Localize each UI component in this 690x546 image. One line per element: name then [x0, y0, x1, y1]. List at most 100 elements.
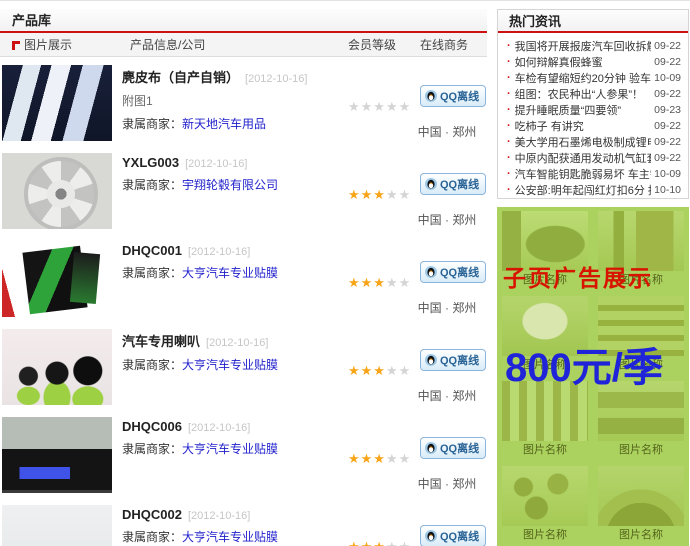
- news-item[interactable]: · 吃柿子 有讲究 09-22: [507, 118, 681, 134]
- merchant-link[interactable]: 大亨汽车专业贴膜: [182, 266, 278, 280]
- bullet-icon: ·: [507, 184, 511, 196]
- news-item[interactable]: · 提升睡眠质量“四要领” 09-23: [507, 102, 681, 118]
- news-item[interactable]: · 公安部:明年起闯红灯扣6分 挡 10-10: [507, 182, 681, 198]
- qq-penguin-icon: [425, 178, 437, 190]
- news-item-text: 如何辩解真假蜂蜜: [515, 54, 651, 70]
- product-title[interactable]: 汽车专用喇叭[2012-10-16]: [122, 331, 342, 350]
- location-text: 中国 · 郑州: [408, 387, 486, 404]
- qq-penguin-icon: [425, 266, 437, 278]
- ad-thumbnail-caption: 图片名称: [598, 526, 684, 545]
- column-header-image: 图片展示: [12, 33, 72, 57]
- qq-online-button[interactable]: QQ离线: [420, 349, 486, 371]
- member-level-stars: ★★★★★: [348, 539, 411, 546]
- product-row: YXLG003[2012-10-16] 隶属商家：宇翔轮毂有限公司 ★★★★★ …: [0, 145, 487, 233]
- merchant-link[interactable]: 大亨汽车专业贴膜: [182, 442, 278, 456]
- news-item-text: 我国将开展报废汽车回收拆解: [515, 38, 651, 54]
- panel-title: 产品库: [0, 9, 487, 33]
- product-photo[interactable]: [2, 241, 112, 317]
- merchant-line: 隶属商家：大亨汽车专业贴膜: [122, 356, 342, 373]
- product-title[interactable]: DHQC002[2012-10-16]: [122, 507, 342, 522]
- news-item-date: 09-23: [654, 104, 681, 116]
- location-text: 中国 · 郑州: [408, 123, 486, 140]
- product-info: DHQC001[2012-10-16] 隶属商家：大亨汽车专业贴膜: [122, 243, 342, 281]
- product-date: [2012-10-16]: [188, 246, 250, 258]
- bullet-icon: ·: [507, 168, 511, 180]
- qq-online-button[interactable]: QQ离线: [420, 261, 486, 283]
- product-photo[interactable]: [2, 505, 112, 546]
- member-level-stars: ★★★★★: [348, 275, 411, 291]
- column-header-level: 会员等级: [348, 33, 396, 57]
- product-rows: 麂皮布（自产自销）[2012-10-16] 附图1 隶属商家：新天地汽车用品 ★…: [0, 57, 487, 546]
- news-item-text: 公安部:明年起闯红灯扣6分 挡: [515, 182, 651, 198]
- product-date: [2012-10-16]: [206, 337, 268, 349]
- qq-online-button[interactable]: QQ离线: [420, 525, 486, 546]
- member-level-stars: ★★★★★: [348, 363, 411, 379]
- product-photo[interactable]: [2, 417, 112, 493]
- news-item[interactable]: · 如何辩解真假蜂蜜 09-22: [507, 54, 681, 70]
- product-photo[interactable]: [2, 153, 112, 229]
- news-item[interactable]: · 我国将开展报废汽车回收拆解 09-22: [507, 38, 681, 54]
- news-list: · 我国将开展报废汽车回收拆解 09-22 · 如何辩解真假蜂蜜 09-22 ·…: [498, 33, 688, 198]
- ad-thumbnail-caption: 图片名称: [502, 441, 588, 460]
- product-row: DHQC001[2012-10-16] 隶属商家：大亨汽车专业贴膜 ★★★★★ …: [0, 233, 487, 321]
- qq-online-button[interactable]: QQ离线: [420, 437, 486, 459]
- qq-penguin-icon: [425, 442, 437, 454]
- product-title[interactable]: DHQC006[2012-10-16]: [122, 419, 342, 434]
- news-item[interactable]: · 车检有望缩短约20分钟 验车将 10-09: [507, 70, 681, 86]
- news-item-text: 汽车智能钥匙脆弱易坏 车主需: [515, 166, 651, 182]
- product-title[interactable]: 麂皮布（自产自销）[2012-10-16]: [122, 67, 342, 86]
- news-item-date: 09-22: [654, 40, 681, 52]
- news-item-date: 09-22: [654, 152, 681, 164]
- news-item-date: 09-22: [654, 88, 681, 100]
- qq-online-button[interactable]: QQ离线: [420, 85, 486, 107]
- product-date: [2012-10-16]: [245, 73, 307, 85]
- product-title[interactable]: DHQC001[2012-10-16]: [122, 243, 342, 258]
- news-item[interactable]: · 汽车智能钥匙脆弱易坏 车主需 10-09: [507, 166, 681, 182]
- product-info: 麂皮布（自产自销）[2012-10-16] 附图1 隶属商家：新天地汽车用品: [122, 67, 342, 132]
- bullet-icon: ·: [507, 120, 511, 132]
- product-attachment-link[interactable]: 附图1: [122, 92, 342, 109]
- red-corner-icon: [12, 41, 20, 50]
- news-item[interactable]: · 中原内配获通用发动机气缸套 09-22: [507, 150, 681, 166]
- bullet-icon: ·: [507, 72, 511, 84]
- column-header-online: 在线商务: [420, 33, 468, 57]
- product-photo[interactable]: [2, 65, 112, 141]
- qq-penguin-icon: [425, 90, 437, 102]
- merchant-line: 隶属商家：宇翔轮毂有限公司: [122, 176, 342, 193]
- bullet-icon: ·: [507, 88, 511, 100]
- merchant-link[interactable]: 新天地汽车用品: [182, 117, 266, 131]
- member-level-stars: ★★★★★: [348, 451, 411, 467]
- ad-grid-cell: 图片名称: [497, 462, 593, 546]
- qq-penguin-icon: [425, 354, 437, 366]
- bullet-icon: ·: [507, 104, 511, 116]
- news-item[interactable]: · 美大学用石墨烯电极制成锂电 09-22: [507, 134, 681, 150]
- hot-news-box: 热门资讯 · 我国将开展报废汽车回收拆解 09-22 · 如何辩解真假蜂蜜 09…: [497, 9, 689, 199]
- member-level-stars: ★★★★★: [348, 187, 411, 203]
- product-photo[interactable]: [2, 329, 112, 405]
- location-text: 中国 · 郑州: [408, 211, 486, 228]
- merchant-link[interactable]: 大亨汽车专业贴膜: [182, 358, 278, 372]
- merchant-line: 隶属商家：大亨汽车专业贴膜: [122, 264, 342, 281]
- merchant-link[interactable]: 大亨汽车专业贴膜: [182, 530, 278, 544]
- page: 产品库 图片展示 产品信息/公司 会员等级 在线商务 麂皮布（自产自销）[201…: [0, 0, 690, 546]
- ad-banner[interactable]: 图片名称 图片名称 图片名称 图片名称 图片名称 图片名称: [497, 207, 689, 546]
- bullet-icon: ·: [507, 136, 511, 148]
- news-item-date: 10-10: [654, 184, 681, 196]
- product-info: DHQC002[2012-10-16] 隶属商家：大亨汽车专业贴膜: [122, 507, 342, 545]
- product-title[interactable]: YXLG003[2012-10-16]: [122, 155, 342, 170]
- news-item[interactable]: · 组图：农民种出“人参果”！ 09-22: [507, 86, 681, 102]
- member-level-stars: ★★★★★: [348, 99, 411, 115]
- news-item-text: 吃柿子 有讲究: [515, 118, 651, 134]
- merchant-link[interactable]: 宇翔轮毂有限公司: [182, 178, 278, 192]
- merchant-line: 隶属商家：新天地汽车用品: [122, 115, 342, 132]
- ad-thumbnail-image: [598, 466, 684, 526]
- news-item-text: 车检有望缩短约20分钟 验车将: [515, 70, 651, 86]
- ad-overlay-price: 800元/季: [505, 335, 663, 393]
- location-text: 中国 · 郑州: [408, 299, 486, 316]
- column-header-info: 产品信息/公司: [130, 33, 205, 57]
- product-row: DHQC002[2012-10-16] 隶属商家：大亨汽车专业贴膜 ★★★★★ …: [0, 497, 487, 546]
- qq-online-button[interactable]: QQ离线: [420, 173, 486, 195]
- product-date: [2012-10-16]: [188, 510, 250, 522]
- news-item-text: 美大学用石墨烯电极制成锂电: [515, 134, 651, 150]
- ad-overlay-title: 子页广告展示: [503, 259, 653, 293]
